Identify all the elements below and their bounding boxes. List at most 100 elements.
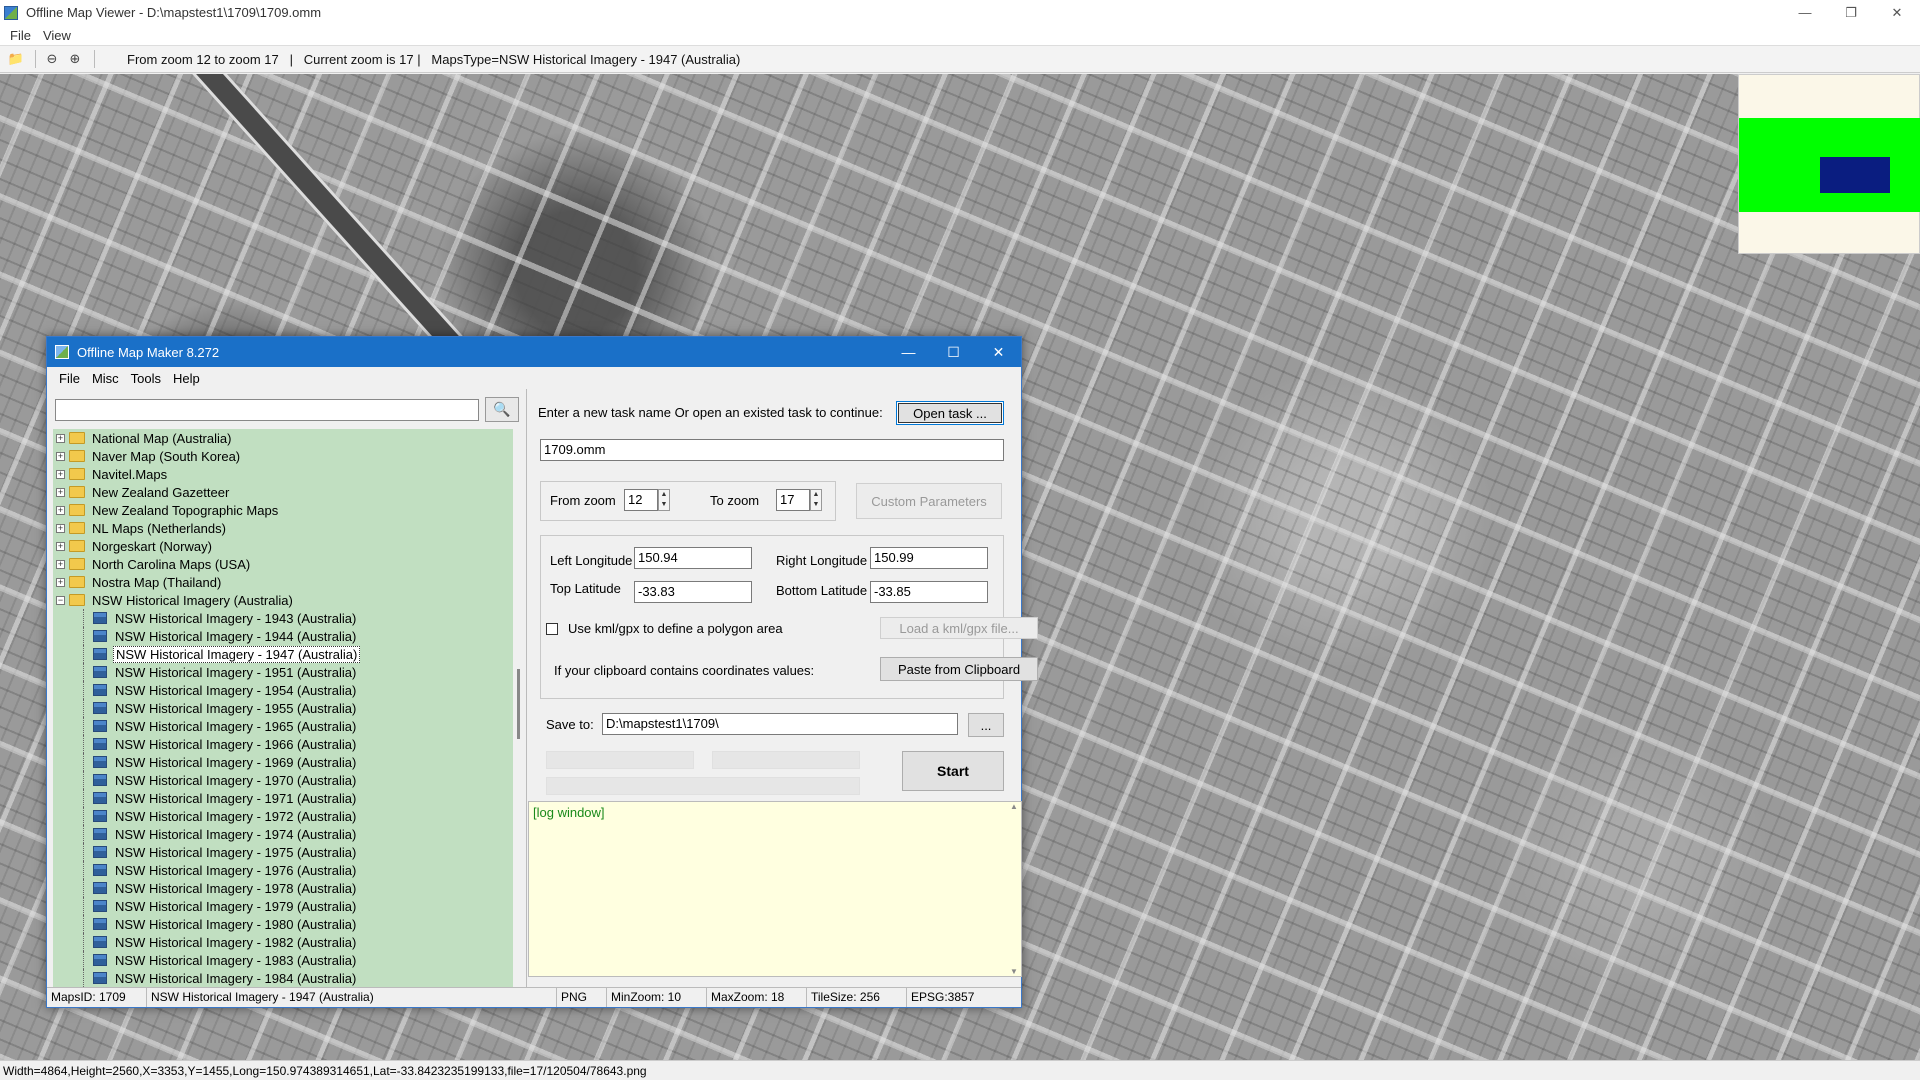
tree-item[interactable]: NSW Historical Imagery - 1965 (Australia… bbox=[53, 717, 513, 735]
chevron-down-icon[interactable]: ▼ bbox=[659, 500, 669, 510]
chevron-up-icon[interactable]: ▲ bbox=[659, 490, 669, 500]
tree-folder[interactable]: + North Carolina Maps (USA) bbox=[53, 555, 513, 573]
tree-item[interactable]: NSW Historical Imagery - 1975 (Australia… bbox=[53, 843, 513, 861]
tree-item[interactable]: NSW Historical Imagery - 1969 (Australia… bbox=[53, 753, 513, 771]
dialog-maximize-icon[interactable]: ☐ bbox=[931, 337, 976, 367]
tree-folder[interactable]: − NSW Historical Imagery (Australia) bbox=[53, 591, 513, 609]
maps-tree-pane: 🔍 + National Map (Australia) + Naver Map (S… bbox=[47, 389, 527, 987]
log-scrollbar[interactable]: ▲ ▼ bbox=[1007, 802, 1021, 976]
task-settings-pane: Enter a new task name Or open an existed… bbox=[528, 389, 1038, 987]
scroll-thumb[interactable] bbox=[517, 669, 520, 739]
log-window[interactable]: [log window] ▲ ▼ bbox=[528, 801, 1022, 977]
tree-scrollbar[interactable] bbox=[515, 429, 523, 987]
tree-folder[interactable]: + New Zealand Topographic Maps bbox=[53, 501, 513, 519]
tree-folder[interactable]: + Norgeskart (Norway) bbox=[53, 537, 513, 555]
status-format: PNG bbox=[557, 988, 607, 1007]
tree-folder[interactable]: + Naver Map (South Korea) bbox=[53, 447, 513, 465]
custom-parameters-button[interactable]: Custom Parameters bbox=[856, 483, 1002, 519]
tree-item[interactable]: NSW Historical Imagery - 1955 (Australia… bbox=[53, 699, 513, 717]
tree-item[interactable]: NSW Historical Imagery - 1979 (Australia… bbox=[53, 897, 513, 915]
left-longitude-input[interactable]: 150.94 bbox=[634, 547, 752, 569]
search-button[interactable]: 🔍 bbox=[485, 397, 519, 422]
dialog-titlebar[interactable]: Offline Map Maker 8.272 — ☐ ✕ bbox=[47, 337, 1021, 367]
tree-item[interactable]: NSW Historical Imagery - 1974 (Australia… bbox=[53, 825, 513, 843]
minimap-viewport[interactable] bbox=[1820, 157, 1890, 193]
dialog-close-icon[interactable]: ✕ bbox=[976, 337, 1021, 367]
close-icon[interactable]: ✕ bbox=[1874, 0, 1920, 25]
minimap[interactable] bbox=[1738, 74, 1920, 254]
open-task-button[interactable]: Open task ... bbox=[896, 401, 1004, 425]
dialog-menu-help[interactable]: Help bbox=[167, 371, 206, 386]
expand-icon[interactable]: + bbox=[56, 469, 65, 479]
dialog-menu-file[interactable]: File bbox=[53, 371, 86, 386]
tree-folder[interactable]: + NL Maps (Netherlands) bbox=[53, 519, 513, 537]
tree-item[interactable]: NSW Historical Imagery - 1983 (Australia… bbox=[53, 951, 513, 969]
expand-icon[interactable]: + bbox=[56, 433, 65, 443]
tree-folder[interactable]: + National Map (Australia) bbox=[53, 429, 513, 447]
expand-icon[interactable]: + bbox=[56, 451, 65, 461]
dialog-title: Offline Map Maker 8.272 bbox=[77, 344, 220, 360]
start-button[interactable]: Start bbox=[902, 751, 1004, 791]
bottom-latitude-input[interactable]: -33.85 bbox=[870, 581, 988, 603]
tree-item[interactable]: NSW Historical Imagery - 1970 (Australia… bbox=[53, 771, 513, 789]
load-kml-button[interactable]: Load a kml/gpx file... bbox=[880, 617, 1038, 639]
expand-icon[interactable]: + bbox=[56, 559, 65, 569]
expand-icon[interactable]: + bbox=[56, 577, 65, 587]
chevron-down-icon[interactable]: ▼ bbox=[811, 500, 821, 510]
top-latitude-input[interactable]: -33.83 bbox=[634, 581, 752, 603]
tree-item-label: NSW Historical Imagery - 1974 (Australia… bbox=[115, 826, 357, 842]
tree-item[interactable]: NSW Historical Imagery - 1954 (Australia… bbox=[53, 681, 513, 699]
tree-item[interactable]: NSW Historical Imagery - 1972 (Australia… bbox=[53, 807, 513, 825]
to-zoom-input[interactable]: 17 bbox=[776, 489, 810, 511]
tree-item[interactable]: NSW Historical Imagery - 1976 (Australia… bbox=[53, 861, 513, 879]
minimize-icon[interactable]: — bbox=[1782, 0, 1828, 25]
tree-folder[interactable]: + Navitel.Maps bbox=[53, 465, 513, 483]
search-input[interactable] bbox=[55, 399, 479, 421]
task-name-input[interactable]: 1709.omm bbox=[540, 439, 1004, 461]
maps-tree[interactable]: + National Map (Australia) + Naver Map (Sou… bbox=[53, 429, 513, 987]
right-longitude-input[interactable]: 150.99 bbox=[870, 547, 988, 569]
paste-clipboard-button[interactable]: Paste from Clipboard bbox=[880, 657, 1038, 681]
menu-view[interactable]: View bbox=[37, 28, 77, 43]
chevron-up-icon[interactable]: ▲ bbox=[811, 490, 821, 500]
tree-item[interactable]: NSW Historical Imagery - 1980 (Australia… bbox=[53, 915, 513, 933]
tree-item[interactable]: NSW Historical Imagery - 1947 (Australia… bbox=[53, 645, 513, 663]
tree-item[interactable]: NSW Historical Imagery - 1971 (Australia… bbox=[53, 789, 513, 807]
open-folder-icon[interactable]: 📁 bbox=[6, 49, 26, 69]
save-to-input[interactable]: D:\mapstest1\1709\ bbox=[602, 713, 958, 735]
dialog-app-icon bbox=[55, 345, 69, 359]
restore-icon[interactable]: ❐ bbox=[1828, 0, 1874, 25]
collapse-icon[interactable]: − bbox=[56, 595, 65, 605]
to-zoom-stepper[interactable]: ▲ ▼ bbox=[810, 489, 822, 511]
tree-item[interactable]: NSW Historical Imagery - 1951 (Australia… bbox=[53, 663, 513, 681]
folder-icon bbox=[69, 468, 85, 480]
zoom-in-icon[interactable]: ⊕ bbox=[65, 49, 85, 69]
tree-item[interactable]: NSW Historical Imagery - 1944 (Australia… bbox=[53, 627, 513, 645]
zoom-out-icon[interactable]: ⊖ bbox=[42, 49, 62, 69]
from-zoom-input[interactable]: 12 bbox=[624, 489, 658, 511]
browse-button[interactable]: ... bbox=[968, 713, 1004, 737]
tree-item[interactable]: NSW Historical Imagery - 1966 (Australia… bbox=[53, 735, 513, 753]
menu-file[interactable]: File bbox=[4, 28, 37, 43]
expand-icon[interactable]: + bbox=[56, 487, 65, 497]
tree-item[interactable]: NSW Historical Imagery - 1984 (Australia… bbox=[53, 969, 513, 987]
app-icon bbox=[4, 5, 18, 20]
expand-icon[interactable]: + bbox=[56, 523, 65, 533]
tree-item[interactable]: NSW Historical Imagery - 1978 (Australia… bbox=[53, 879, 513, 897]
map-icon bbox=[93, 666, 107, 678]
tree-folder[interactable]: + Nostra Map (Thailand) bbox=[53, 573, 513, 591]
expand-icon[interactable]: + bbox=[56, 541, 65, 551]
tree-item[interactable]: NSW Historical Imagery - 1982 (Australia… bbox=[53, 933, 513, 951]
kml-polygon-label: Use kml/gpx to define a polygon area bbox=[568, 621, 783, 636]
tree-item-label: NSW Historical Imagery - 1970 (Australia… bbox=[115, 772, 357, 788]
tree-item-label: NSW Historical Imagery - 1969 (Australia… bbox=[115, 754, 357, 770]
from-zoom-stepper[interactable]: ▲ ▼ bbox=[658, 489, 670, 511]
kml-polygon-checkbox[interactable] bbox=[546, 623, 558, 635]
tree-folder[interactable]: + New Zealand Gazetteer bbox=[53, 483, 513, 501]
dialog-minimize-icon[interactable]: — bbox=[886, 337, 931, 367]
tree-item[interactable]: NSW Historical Imagery - 1943 (Australia… bbox=[53, 609, 513, 627]
expand-icon[interactable]: + bbox=[56, 505, 65, 515]
dialog-menu-misc[interactable]: Misc bbox=[86, 371, 125, 386]
dialog-menu-tools[interactable]: Tools bbox=[125, 371, 167, 386]
tree-item-label: NSW Historical Imagery - 1983 (Australia… bbox=[115, 952, 357, 968]
